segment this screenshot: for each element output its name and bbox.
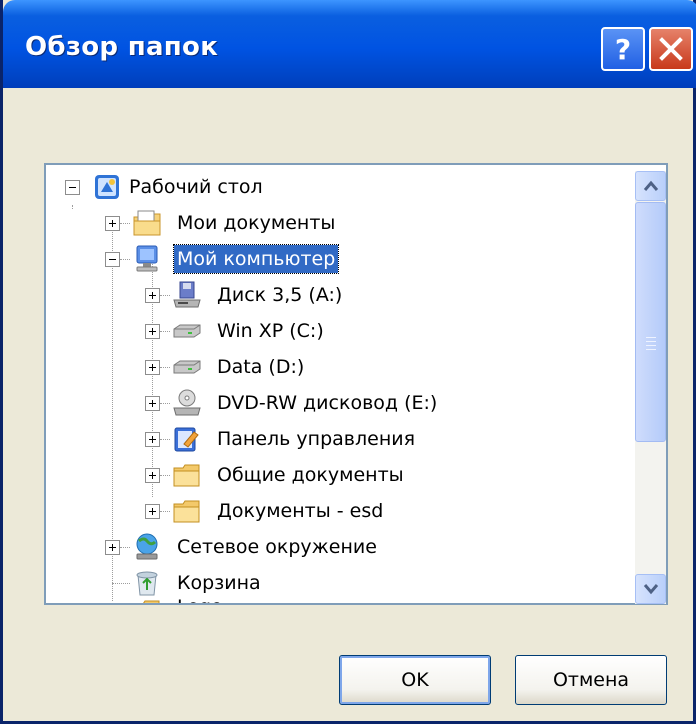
tree-item-label[interactable]: DVD-RW дисковод (E:)	[214, 389, 440, 417]
network-places-icon	[136, 533, 158, 560]
hard-drive-icon	[173, 360, 201, 374]
tree-expand-toggle[interactable]	[145, 324, 160, 339]
tree-connector	[160, 403, 170, 405]
folder-icon	[173, 464, 200, 487]
tree-collapse-toggle[interactable]	[105, 252, 120, 267]
tree-item-label[interactable]: Мои документы	[174, 209, 338, 237]
folder-icon	[143, 600, 160, 603]
desktop-icon	[95, 175, 119, 199]
thumb-grip	[646, 345, 656, 346]
tree-connector	[160, 367, 170, 369]
question-mark-icon: ?	[615, 34, 631, 64]
tree-connector	[160, 511, 170, 513]
close-x-icon	[659, 37, 683, 61]
floppy-drive-icon	[173, 281, 201, 308]
tree-connector	[72, 205, 74, 209]
tree-expand-toggle[interactable]	[145, 396, 160, 411]
tree-item-label[interactable]: Сетевое окружение	[174, 533, 380, 561]
thumb-grip	[646, 349, 656, 350]
tree-connector	[160, 439, 170, 441]
scroll-up-button[interactable]	[635, 171, 666, 201]
help-button[interactable]: ?	[601, 27, 645, 71]
tree-connector	[120, 223, 130, 225]
tree-connector	[160, 475, 170, 477]
tree-expand-toggle[interactable]	[105, 216, 120, 231]
tree-item-label[interactable]: Панель управления	[214, 425, 418, 453]
title-bar[interactable]: Обзор папок ?	[3, 0, 696, 88]
svg-text:?: ?	[615, 34, 631, 64]
scroll-down-button[interactable]	[635, 574, 666, 604]
tree-collapse-toggle[interactable]	[65, 180, 80, 195]
chevron-down-icon	[643, 584, 658, 595]
tree-item-label-selected[interactable]: Мой компьютер	[172, 244, 340, 274]
control-panel-icon	[174, 427, 199, 452]
tree-item-label[interactable]: Win XP (C:)	[214, 317, 327, 345]
scroll-thumb[interactable]	[635, 202, 666, 442]
tree-expand-toggle[interactable]	[145, 360, 160, 375]
tree-expand-toggle[interactable]	[105, 540, 120, 555]
hard-drive-icon	[173, 324, 201, 338]
tree-connector	[112, 583, 130, 585]
tree-item-label[interactable]: Lego	[174, 593, 226, 603]
folder-icon	[173, 500, 200, 523]
tree-item-label[interactable]: Диск 3,5 (A:)	[214, 281, 345, 309]
recycle-bin-icon	[136, 571, 158, 596]
dvd-drive-icon	[173, 389, 201, 416]
tree-connector	[120, 547, 130, 549]
tree-item-label[interactable]: Документы - esd	[214, 497, 386, 525]
tree-connector	[120, 259, 130, 261]
close-button[interactable]	[649, 27, 693, 71]
tree-expand-toggle[interactable]	[145, 288, 160, 303]
tree-expand-toggle[interactable]	[145, 504, 160, 519]
dialog-title: Обзор папок	[25, 32, 219, 62]
tree-connector	[160, 331, 170, 333]
tree-item-label[interactable]: Рабочий стол	[126, 173, 266, 201]
cancel-button[interactable]: Отмена	[515, 655, 667, 705]
my-documents-icon	[133, 210, 161, 236]
tree-item-label[interactable]: Data (D:)	[214, 353, 307, 381]
tree-item-label[interactable]: Общие документы	[214, 461, 407, 489]
thumb-grip	[646, 341, 656, 342]
tree-connector	[160, 295, 170, 297]
thumb-grip	[646, 337, 656, 338]
ok-button[interactable]: OK	[339, 655, 491, 705]
browse-folders-dialog: Обзор папок ? Рабочий стол Мои документы…	[0, 0, 696, 724]
tree-expand-toggle[interactable]	[145, 468, 160, 483]
vertical-scrollbar[interactable]	[635, 171, 666, 604]
folder-tree[interactable]: Рабочий стол Мои документы Мой компьютер…	[44, 163, 668, 605]
tree-expand-toggle[interactable]	[145, 432, 160, 447]
chevron-up-icon	[643, 180, 658, 191]
my-computer-icon	[136, 245, 158, 272]
